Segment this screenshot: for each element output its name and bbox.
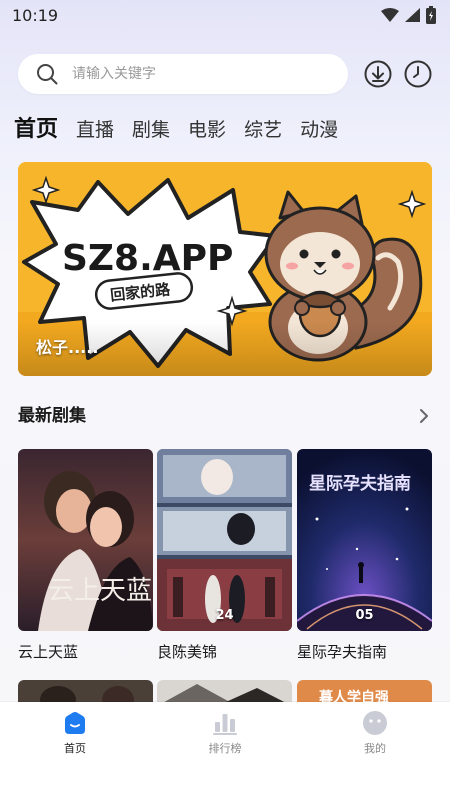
search-bar[interactable]: [18, 54, 348, 94]
episode-badge: 05: [355, 608, 374, 623]
drama-card[interactable]: 云上天蓝 云上天蓝: [18, 449, 153, 662]
search-input[interactable]: [72, 66, 312, 82]
nav-label: 排行榜: [208, 742, 242, 755]
nav-home[interactable]: 首页: [35, 710, 115, 756]
wifi-icon: [381, 8, 399, 22]
drama-card[interactable]: 星际孕夫指南 05 星际孕夫指南: [297, 449, 432, 662]
bottom-nav: 首页 排行榜 我的: [0, 702, 450, 800]
nav-label: 首页: [64, 742, 86, 755]
tab-series[interactable]: 剧集: [132, 116, 170, 144]
poster-image[interactable]: 24: [157, 449, 292, 631]
poster-image[interactable]: 星际孕夫指南 05: [297, 449, 432, 631]
nav-label: 我的: [364, 742, 386, 755]
status-time: 10:19: [12, 6, 59, 25]
episode-badge: 24: [215, 608, 234, 623]
tab-variety[interactable]: 综艺: [244, 116, 282, 144]
card-title[interactable]: 星际孕夫指南: [297, 641, 432, 662]
tab-anime[interactable]: 动漫: [300, 116, 338, 144]
profile-icon: [363, 711, 387, 735]
ranking-icon: [213, 714, 237, 735]
signal-icon: [405, 8, 420, 22]
poster-image[interactable]: 云上天蓝: [18, 449, 153, 631]
status-icons: [381, 6, 436, 24]
tab-home[interactable]: 首页: [14, 116, 58, 144]
card-title[interactable]: 良陈美锦: [157, 641, 292, 662]
battery-icon: [426, 6, 436, 24]
category-tabs: 首页 直播 剧集 电影 综艺 动漫: [14, 112, 356, 144]
card-title[interactable]: 云上天蓝: [18, 641, 153, 662]
nav-ranking[interactable]: 排行榜: [185, 710, 265, 756]
search-icon: [37, 64, 58, 85]
nav-profile[interactable]: 我的: [335, 710, 415, 756]
poster-title-text: 云上天蓝: [48, 576, 152, 606]
history-icon[interactable]: [404, 60, 432, 88]
poster-title-text: 星际孕夫指南: [309, 473, 411, 494]
banner-logo: SZ8.APP: [62, 238, 233, 279]
home-icon: [65, 712, 85, 734]
drama-card[interactable]: 24 良陈美锦: [157, 449, 292, 662]
chevron-right-icon[interactable]: [416, 406, 432, 426]
download-icon[interactable]: [364, 60, 392, 88]
featured-banner[interactable]: SZ8.APP 回家的路 松子.....: [18, 162, 432, 376]
tab-movie[interactable]: 电影: [188, 116, 226, 144]
banner-caption: 松子.....: [36, 338, 99, 357]
status-bar: 10:19: [0, 0, 450, 32]
tab-live[interactable]: 直播: [76, 116, 114, 144]
section-title: 最新剧集: [18, 406, 86, 426]
section-header[interactable]: 最新剧集: [18, 402, 432, 430]
